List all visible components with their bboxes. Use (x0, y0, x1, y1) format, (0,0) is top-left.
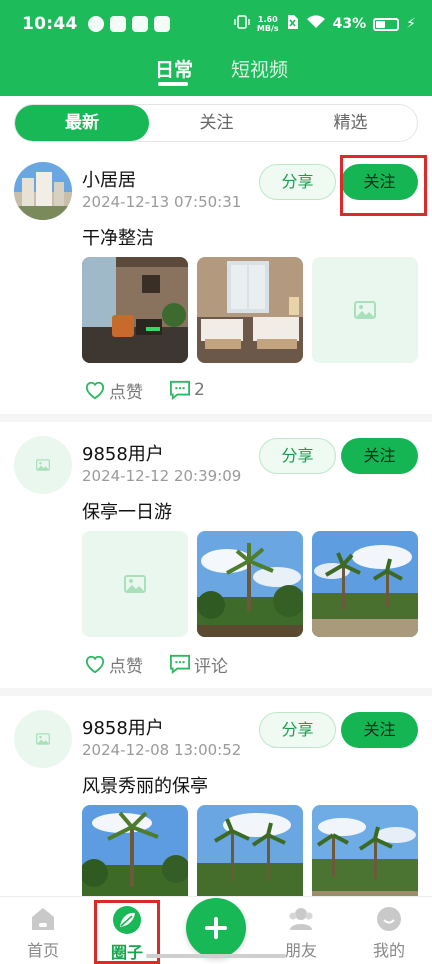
nav-friends[interactable]: 朋友 (266, 905, 336, 961)
post-timestamp: 2024-12-13 07:50:31 (82, 193, 242, 211)
image-placeholder-icon (354, 301, 376, 319)
post-text: 干净整洁 (82, 228, 154, 249)
post-actions: 点赞 评论 (84, 651, 228, 677)
avatar[interactable] (14, 162, 72, 220)
post-photo[interactable] (312, 805, 418, 896)
post-photos (82, 257, 418, 363)
post-card: 9858用户 2024-12-12 20:39:09 分享 关注 保亭一日游 点… (0, 426, 432, 696)
post-text: 风景秀丽的保亭 (82, 776, 208, 797)
wifi-icon (306, 14, 326, 34)
status-time: 10:44 (22, 14, 78, 34)
avatar[interactable] (14, 436, 72, 494)
home-indicator (146, 954, 286, 958)
post-timestamp: 2024-12-08 13:00:52 (82, 741, 242, 759)
share-button[interactable]: 分享 (259, 438, 336, 474)
filter-following[interactable]: 关注 (149, 105, 284, 141)
status-bar: 10:44 1.60 MB/s 43% ⚡ (0, 0, 432, 52)
avatar-placeholder-icon (36, 459, 50, 471)
plus-icon (205, 917, 227, 939)
post-card: 小居居 2024-12-13 07:50:31 分享 关注 干净整洁 点赞 2 (0, 152, 432, 422)
follow-button[interactable]: 关注 (341, 438, 418, 474)
post-username[interactable]: 9858用户 (82, 440, 164, 466)
comment-icon (170, 380, 190, 400)
create-post-button[interactable] (186, 898, 246, 958)
comment-count: 2 (194, 380, 205, 400)
post-text: 保亭一日游 (82, 502, 172, 523)
heart-icon (85, 655, 105, 674)
home-icon (32, 908, 54, 930)
highlight-box (340, 155, 427, 216)
post-actions: 点赞 2 (84, 377, 205, 403)
avatar-placeholder-icon (36, 733, 50, 745)
tab-daily[interactable]: 日常 (155, 55, 193, 82)
post-photo[interactable] (197, 805, 303, 896)
charging-icon: ⚡ (406, 16, 416, 32)
post-photo[interactable] (312, 531, 418, 637)
chat-app-icon (154, 16, 170, 32)
filter-featured[interactable]: 精选 (284, 105, 417, 141)
image-placeholder[interactable] (82, 531, 188, 637)
nav-label: 首页 (26, 941, 59, 960)
like-button[interactable]: 点赞 (84, 652, 143, 677)
content-type-tabs: 日常 短视频 (0, 55, 432, 91)
post-photos (82, 805, 418, 896)
network-speed-value: 1.60 (257, 15, 278, 24)
network-speed-unit: MB/s (256, 24, 279, 33)
nav-label: 我的 (372, 941, 405, 960)
image-placeholder-icon (124, 575, 146, 593)
post-photo[interactable] (197, 257, 303, 363)
calendar-app-icon (110, 16, 126, 32)
face-app-icon (132, 16, 148, 32)
divider (0, 688, 432, 696)
post-photos (82, 531, 418, 637)
share-button[interactable]: 分享 (259, 712, 336, 748)
like-label: 点赞 (109, 656, 143, 677)
like-label: 点赞 (109, 382, 143, 403)
profile-icon (377, 907, 401, 931)
avatar[interactable] (14, 710, 72, 768)
post-card: 9858用户 2024-12-08 13:00:52 分享 关注 风景秀丽的保亭 (0, 700, 432, 896)
like-button[interactable]: 点赞 (84, 378, 143, 403)
post-username[interactable]: 小居居 (82, 166, 136, 192)
post-feed[interactable]: 小居居 2024-12-13 07:50:31 分享 关注 干净整洁 点赞 2 … (0, 152, 432, 896)
filter-latest[interactable]: 最新 (15, 105, 149, 141)
vibrate-icon (234, 14, 250, 34)
post-photo[interactable] (82, 257, 188, 363)
nav-home[interactable]: 首页 (8, 905, 78, 961)
friends-icon (289, 908, 313, 930)
comment-label: 评论 (194, 656, 228, 677)
active-tab-indicator (158, 82, 188, 86)
heart-icon (85, 381, 105, 400)
share-button[interactable]: 分享 (259, 164, 336, 200)
follow-button[interactable]: 关注 (341, 712, 418, 748)
comment-button[interactable]: 评论 (169, 652, 228, 677)
tab-short-video[interactable]: 短视频 (231, 55, 288, 82)
app-header: 10:44 1.60 MB/s 43% ⚡ 日常 短视频 (0, 0, 432, 96)
network-speed: 1.60 MB/s (257, 15, 279, 33)
image-placeholder[interactable] (312, 257, 418, 363)
notification-icons (88, 16, 170, 32)
system-status: 1.60 MB/s 43% ⚡ (234, 14, 416, 34)
nav-profile[interactable]: 我的 (354, 905, 424, 961)
comment-button[interactable]: 2 (169, 380, 205, 400)
post-photo[interactable] (82, 805, 188, 896)
battery-icon (373, 17, 400, 31)
post-username[interactable]: 9858用户 (82, 714, 164, 740)
sim-off-icon (286, 14, 299, 34)
post-photo[interactable] (197, 531, 303, 637)
divider (0, 414, 432, 422)
comment-icon (170, 654, 190, 674)
post-timestamp: 2024-12-12 20:39:09 (82, 467, 242, 485)
battery-level: 43% (332, 16, 367, 32)
feed-filter: 最新 关注 精选 (14, 104, 418, 142)
leaf-app-icon (88, 16, 104, 32)
